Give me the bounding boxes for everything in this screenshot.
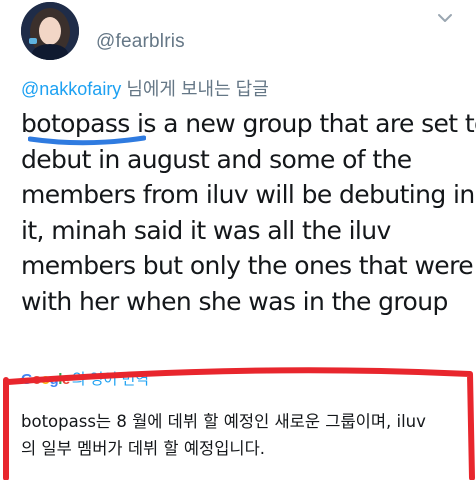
- reply-context: @nakkofairy 님에게 보내는 답글: [21, 75, 269, 101]
- tweet-text-line: with her when she was in the group: [21, 286, 448, 316]
- reply-context-label: 님에게 보내는 답글: [121, 79, 269, 99]
- tweet-card: @fearblris @nakkofairy 님에게 보내는 답글 botopa…: [0, 0, 476, 480]
- user-handle[interactable]: @fearblris: [96, 31, 185, 53]
- tweet-text-line: members but only the ones that were: [21, 251, 474, 280]
- translated-text-line: botopass는 8 월에 데뷔 할 예정인 새로운 그룹이며, iluv: [21, 412, 426, 431]
- avatar[interactable]: [21, 2, 79, 60]
- tweet-text-line: it, minah said it was all the iluv: [21, 215, 391, 245]
- chevron-down-icon[interactable]: [437, 12, 453, 24]
- translated-text: botopass는 8 월에 데뷔 할 예정인 새로운 그룹이며, iluv 의…: [21, 408, 466, 462]
- reply-mention-link[interactable]: @nakkofairy: [21, 79, 121, 99]
- avatar-image: [21, 2, 79, 60]
- translated-text-line: 의 일부 멤버가 데뷔 할 예정입니다.: [21, 439, 265, 458]
- blue-underline-annotation: [28, 135, 146, 146]
- tweet-text-line: members from iluv will be debuting in: [21, 180, 475, 209]
